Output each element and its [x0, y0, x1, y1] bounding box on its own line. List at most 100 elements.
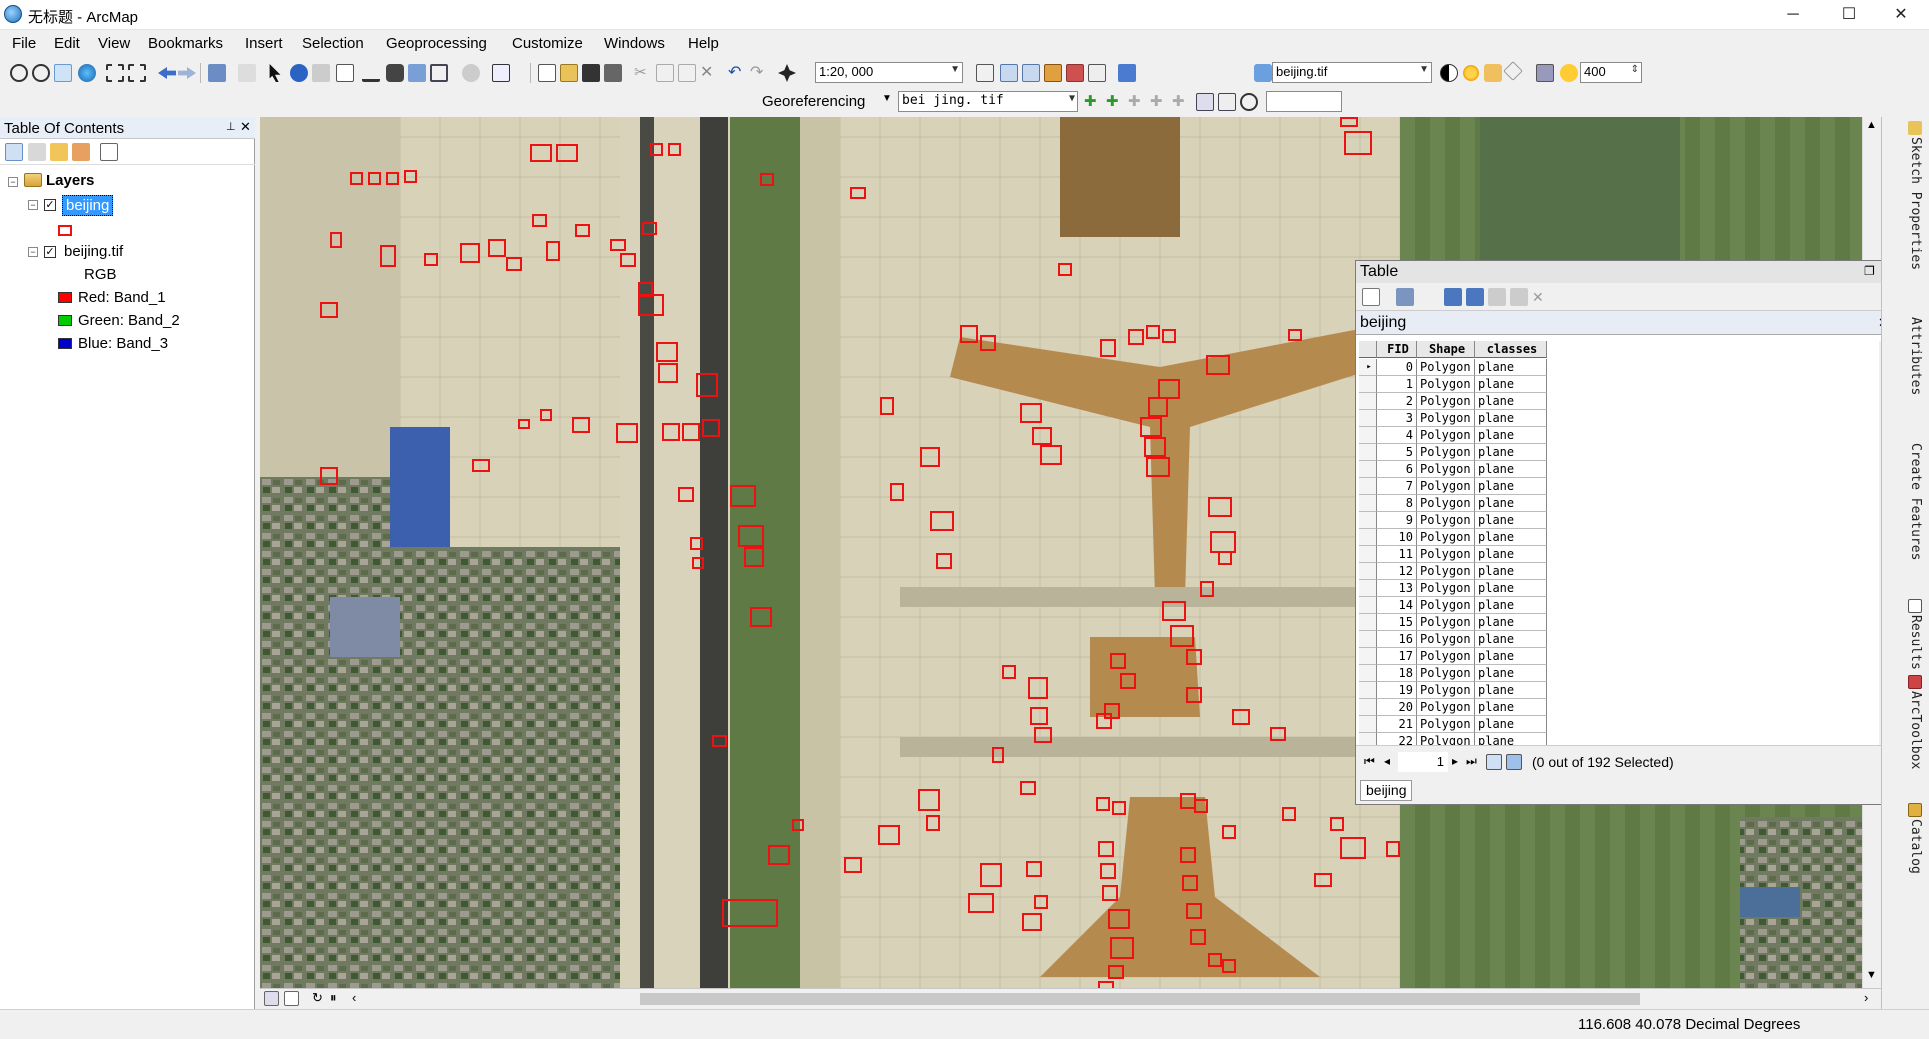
row-selector[interactable] [1359, 716, 1377, 733]
scroll-up-icon[interactable]: ▲ [1866, 119, 1877, 131]
detection-box[interactable] [1098, 841, 1114, 857]
menu-geoprocessing[interactable]: Geoprocessing [386, 35, 487, 52]
detection-box[interactable] [424, 253, 438, 266]
row-selector[interactable] [1359, 546, 1377, 563]
delete-selected-icon[interactable]: ✕ [1532, 288, 1550, 306]
identify-icon[interactable] [290, 64, 308, 82]
layer-beijing-tif[interactable]: beijing.tif [64, 243, 123, 260]
paste-icon[interactable] [678, 64, 696, 82]
go-to-xy-icon[interactable] [430, 64, 448, 82]
shape-cell[interactable]: Polygon [1417, 597, 1475, 614]
menu-bookmarks[interactable]: Bookmarks [148, 35, 223, 52]
detection-box[interactable] [1222, 825, 1236, 839]
dock-tab-results[interactable]: Results [1908, 615, 1923, 670]
time-slider-icon[interactable] [462, 64, 480, 82]
detection-box[interactable] [1102, 885, 1118, 901]
detection-box[interactable] [692, 557, 704, 569]
table-row[interactable]: 22 Polygon plane [1359, 733, 1879, 745]
classes-cell[interactable]: plane [1475, 376, 1547, 393]
fid-cell[interactable]: 4 [1377, 427, 1417, 444]
clear-table-selection-icon[interactable] [1488, 288, 1506, 306]
detection-box[interactable] [1282, 807, 1296, 821]
green-band-swatch[interactable] [58, 315, 72, 326]
detection-box[interactable] [1270, 727, 1286, 741]
detection-box[interactable] [330, 232, 342, 248]
detection-box[interactable] [1100, 863, 1116, 879]
cut-icon[interactable]: ✂ [634, 64, 652, 82]
detection-box[interactable] [1206, 355, 1230, 375]
detection-box[interactable] [1314, 873, 1332, 887]
menu-edit[interactable]: Edit [54, 35, 80, 52]
detection-box[interactable] [1222, 959, 1236, 973]
detection-box[interactable] [1148, 397, 1168, 417]
detection-box[interactable] [638, 294, 664, 316]
row-selector[interactable] [1359, 427, 1377, 444]
fid-cell[interactable]: 7 [1377, 478, 1417, 495]
detection-box[interactable] [404, 170, 417, 183]
detection-box[interactable] [890, 483, 904, 501]
classes-cell[interactable]: plane [1475, 716, 1547, 733]
switch-selection-icon[interactable] [1466, 288, 1484, 306]
fid-cell[interactable]: 9 [1377, 512, 1417, 529]
detection-box[interactable] [702, 419, 720, 437]
detection-box[interactable] [1096, 797, 1110, 811]
detection-box[interactable] [918, 789, 940, 811]
rotate-icon[interactable] [1240, 93, 1258, 111]
table-row[interactable]: 16 Polygon plane [1359, 631, 1879, 648]
detection-box[interactable] [1344, 131, 1372, 155]
detection-box[interactable] [1190, 929, 1206, 945]
fid-cell[interactable]: 21 [1377, 716, 1417, 733]
clear-selection-icon[interactable] [238, 64, 256, 82]
detection-box[interactable] [878, 825, 900, 845]
detection-box[interactable] [518, 419, 530, 429]
arctoolbox-icon[interactable] [1066, 64, 1084, 82]
save-icon[interactable] [582, 64, 600, 82]
table-row[interactable]: 20 Polygon plane [1359, 699, 1879, 716]
detection-box[interactable] [738, 525, 764, 547]
open-icon[interactable] [560, 64, 578, 82]
detection-box[interactable] [668, 143, 681, 156]
show-all-records-icon[interactable] [1486, 754, 1502, 770]
detection-box[interactable] [1120, 673, 1136, 689]
menu-help[interactable]: Help [688, 35, 719, 52]
detection-box[interactable] [1096, 713, 1112, 729]
detection-box[interactable] [850, 187, 866, 199]
row-selector[interactable] [1359, 597, 1377, 614]
auto-registration-icon[interactable]: ✚ [1106, 93, 1124, 111]
select-elements-icon[interactable] [269, 64, 281, 82]
table-row[interactable]: 10 Polygon plane [1359, 529, 1879, 546]
table-row[interactable]: 17 Polygon plane [1359, 648, 1879, 665]
classes-cell[interactable]: plane [1475, 563, 1547, 580]
record-number-field[interactable]: 1 [1398, 752, 1448, 772]
list-by-source-icon[interactable] [28, 143, 46, 161]
add-control-points-icon[interactable]: ✚ [1084, 93, 1102, 111]
new-document-icon[interactable] [538, 64, 556, 82]
blue-band-swatch[interactable] [58, 338, 72, 349]
shape-cell[interactable]: Polygon [1417, 733, 1475, 745]
detection-box[interactable] [656, 342, 678, 362]
detection-box[interactable] [960, 325, 978, 343]
fid-cell[interactable]: 17 [1377, 648, 1417, 665]
detection-box[interactable] [1210, 531, 1236, 553]
detection-box[interactable] [1146, 457, 1170, 477]
detection-box[interactable] [844, 857, 862, 873]
detection-box[interactable] [1340, 117, 1358, 127]
detection-box[interactable] [546, 241, 560, 261]
detection-box[interactable] [472, 459, 490, 472]
detection-box[interactable] [1194, 799, 1208, 813]
column-shape[interactable]: Shape [1417, 341, 1475, 358]
shape-cell[interactable]: Polygon [1417, 665, 1475, 682]
measure-icon[interactable] [362, 64, 380, 82]
detection-box[interactable] [1110, 937, 1134, 959]
fid-cell[interactable]: 12 [1377, 563, 1417, 580]
row-selector[interactable] [1359, 376, 1377, 393]
detection-box[interactable] [532, 214, 547, 227]
close-button[interactable]: ✕ [1873, 0, 1929, 30]
fid-cell[interactable]: 16 [1377, 631, 1417, 648]
detection-box[interactable] [1108, 909, 1130, 929]
forward-extent-icon[interactable] [178, 67, 196, 79]
delete-link-icon[interactable]: ✚ [1172, 93, 1190, 111]
detection-box[interactable] [572, 417, 590, 433]
shape-cell[interactable]: Polygon [1417, 495, 1475, 512]
detection-box[interactable] [750, 607, 772, 627]
